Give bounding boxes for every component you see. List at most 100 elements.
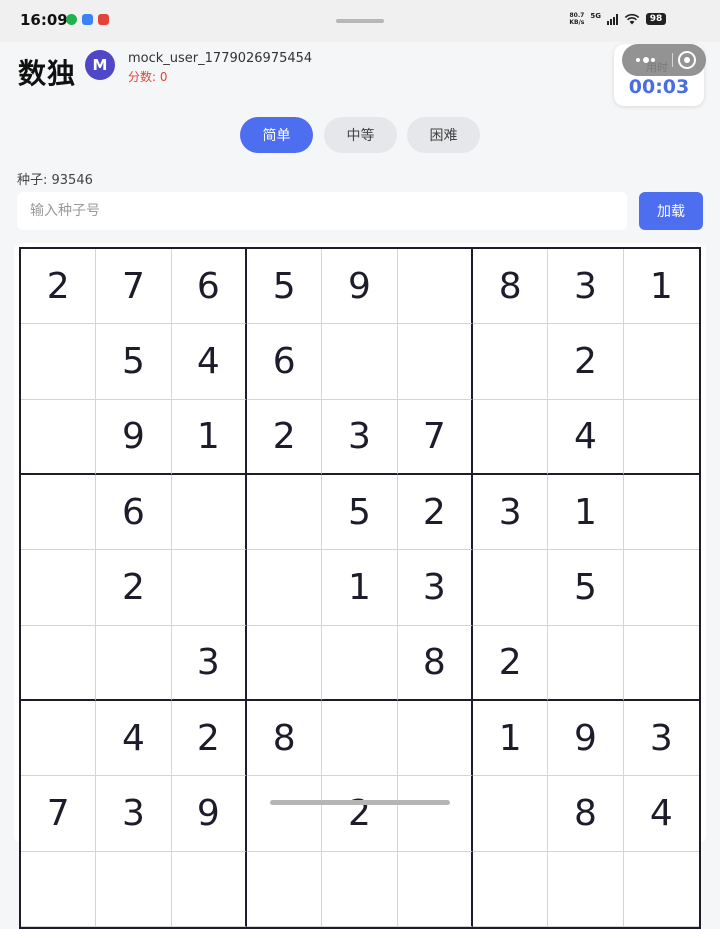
sudoku-cell[interactable] [623,400,699,475]
seed-label: 种子: 93546 [17,173,93,188]
difficulty-medium-button[interactable]: 中等 [324,117,397,153]
sudoku-cell[interactable]: 6 [247,324,323,400]
sudoku-cell[interactable] [96,625,172,701]
status-time: 16:09 [20,11,68,29]
sudoku-cell[interactable]: 1 [623,249,699,325]
username: mock_user_1779026975454 [128,51,313,66]
sudoku-cell[interactable] [171,550,247,626]
sudoku-cell[interactable]: 1 [548,475,624,551]
sudoku-cell[interactable]: 1 [171,399,247,475]
load-seed-button[interactable]: 加载 [639,192,703,230]
sudoku-cell[interactable]: 3 [397,550,473,626]
sudoku-cell[interactable] [96,851,172,927]
sudoku-cell[interactable]: 2 [21,249,97,325]
sudoku-cell[interactable] [322,701,398,777]
sudoku-cell[interactable]: 1 [322,550,398,626]
sudoku-cell[interactable] [247,776,323,852]
sudoku-cell[interactable]: 5 [322,475,398,551]
sudoku-cell[interactable]: 2 [247,399,323,475]
sudoku-cell[interactable]: 9 [96,399,172,475]
home-indicator [270,800,450,805]
sudoku-cell[interactable]: 4 [548,399,624,475]
sudoku-cell[interactable] [21,550,97,626]
sudoku-cell[interactable] [473,550,549,626]
sudoku-cell[interactable] [247,550,323,626]
sudoku-cell[interactable] [21,701,97,777]
sudoku-cell[interactable]: 3 [473,475,549,551]
sudoku-cell[interactable]: 3 [171,625,247,701]
sudoku-cell[interactable] [397,701,473,777]
seed-input[interactable] [17,192,627,230]
sudoku-cell[interactable] [623,550,699,626]
more-icon[interactable] [636,57,655,63]
sudoku-cell[interactable] [322,851,398,927]
sudoku-cell[interactable]: 6 [96,475,172,551]
app-notification-icon [66,14,77,25]
sudoku-cell[interactable] [322,324,398,400]
sudoku-cell[interactable] [247,851,323,927]
sudoku-cell[interactable]: 2 [473,625,549,701]
sudoku-cell[interactable] [21,475,97,551]
sudoku-cell[interactable]: 8 [397,625,473,701]
sudoku-cell[interactable]: 9 [171,776,247,852]
sudoku-cell[interactable]: 2 [397,475,473,551]
avatar[interactable]: M [85,50,115,80]
sudoku-board: 2765983154629123746523121353824281937392… [19,247,701,929]
sudoku-cell[interactable] [247,625,323,701]
sudoku-cell[interactable] [623,626,699,701]
sudoku-cell[interactable]: 3 [96,776,172,852]
sudoku-cell[interactable] [397,851,473,927]
sudoku-cell[interactable]: 4 [623,776,699,852]
sudoku-cell[interactable]: 2 [548,324,624,400]
sudoku-cell[interactable]: 4 [171,324,247,400]
sudoku-cell[interactable] [623,852,699,927]
sudoku-cell[interactable]: 8 [473,249,549,325]
camera-notch [336,19,384,23]
sudoku-cell[interactable] [397,776,473,852]
sudoku-cell[interactable]: 8 [247,701,323,777]
sudoku-cell[interactable] [171,851,247,927]
sudoku-cell[interactable] [397,249,473,325]
sudoku-cell[interactable] [473,399,549,475]
sudoku-cell[interactable] [623,475,699,551]
sudoku-cell[interactable]: 5 [247,249,323,325]
sudoku-cell[interactable]: 6 [171,249,247,325]
sudoku-cell[interactable] [473,851,549,927]
network-type: 5G [590,12,601,20]
sudoku-cell[interactable]: 2 [171,701,247,777]
sudoku-cell[interactable]: 5 [96,324,172,400]
sudoku-cell[interactable]: 1 [473,701,549,777]
difficulty-easy-button[interactable]: 简单 [240,117,313,153]
sudoku-cell[interactable]: 2 [322,776,398,852]
network-speed-value: 80.7 [569,12,585,19]
sudoku-cell[interactable]: 7 [397,399,473,475]
sudoku-cell[interactable]: 9 [322,249,398,325]
sudoku-cell[interactable]: 7 [96,249,172,325]
sudoku-cell[interactable]: 5 [548,550,624,626]
sudoku-cell[interactable] [548,625,624,701]
sudoku-cell[interactable]: 7 [21,776,97,852]
sudoku-cell[interactable] [548,851,624,927]
sudoku-cell[interactable]: 3 [548,249,624,325]
sudoku-cell[interactable] [397,324,473,400]
sudoku-cell[interactable] [171,475,247,551]
sudoku-cell[interactable]: 3 [623,701,699,777]
sudoku-cell[interactable] [21,324,97,400]
sudoku-cell[interactable] [21,851,97,927]
sudoku-cell[interactable]: 9 [548,701,624,777]
sudoku-cell[interactable]: 3 [322,399,398,475]
sudoku-cell[interactable] [247,475,323,551]
sudoku-cell[interactable] [473,776,549,852]
sudoku-cell[interactable]: 8 [548,776,624,852]
sudoku-cell[interactable] [322,625,398,701]
score-label: 分数: 0 [128,70,168,84]
sudoku-cell[interactable] [473,324,549,400]
sudoku-cell[interactable] [21,399,97,475]
sudoku-cell[interactable]: 4 [96,701,172,777]
close-icon[interactable] [678,51,696,69]
sudoku-cell[interactable]: 2 [96,550,172,626]
sudoku-cell[interactable] [21,625,97,701]
sudoku-cell[interactable] [623,324,699,400]
difficulty-hard-button[interactable]: 困难 [407,117,480,153]
timer-value: 00:03 [628,76,690,98]
